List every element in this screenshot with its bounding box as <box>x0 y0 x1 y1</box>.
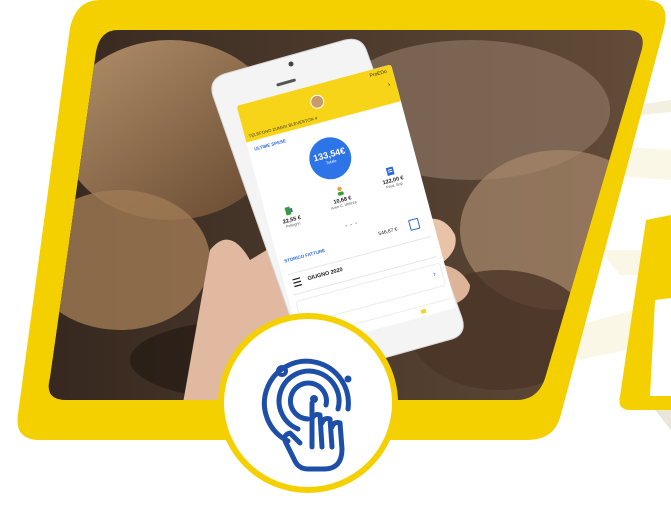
category-person[interactable]: 10,68 € Aree C. Utilizza <box>319 181 363 213</box>
touch-badge <box>218 313 398 493</box>
bill-month: GIUGNO 2020 <box>307 266 344 283</box>
total-circle[interactable]: 133,54€ Totale <box>304 132 357 185</box>
chevron-right-icon[interactable]: › <box>387 81 391 88</box>
tab-indicator <box>420 308 427 314</box>
status-text: ProEDo <box>369 68 388 80</box>
avatar[interactable] <box>308 93 326 111</box>
gas-icon <box>284 206 293 216</box>
history-title: STORICO FATTURE <box>283 247 326 264</box>
invoice-icon[interactable] <box>407 217 421 231</box>
history-amount: 546,67 € <box>377 226 399 238</box>
touch-tap-icon <box>261 358 352 472</box>
chevron-right-icon[interactable]: › <box>432 269 437 278</box>
list-icon <box>292 277 303 288</box>
pager-dots: • • • <box>344 220 359 230</box>
category-gas[interactable]: 22,55 € Pellegrin <box>269 201 313 233</box>
category-document[interactable]: 122,00 € Prod. Sop <box>370 161 414 193</box>
document-icon <box>385 166 395 176</box>
person-icon <box>337 186 344 196</box>
